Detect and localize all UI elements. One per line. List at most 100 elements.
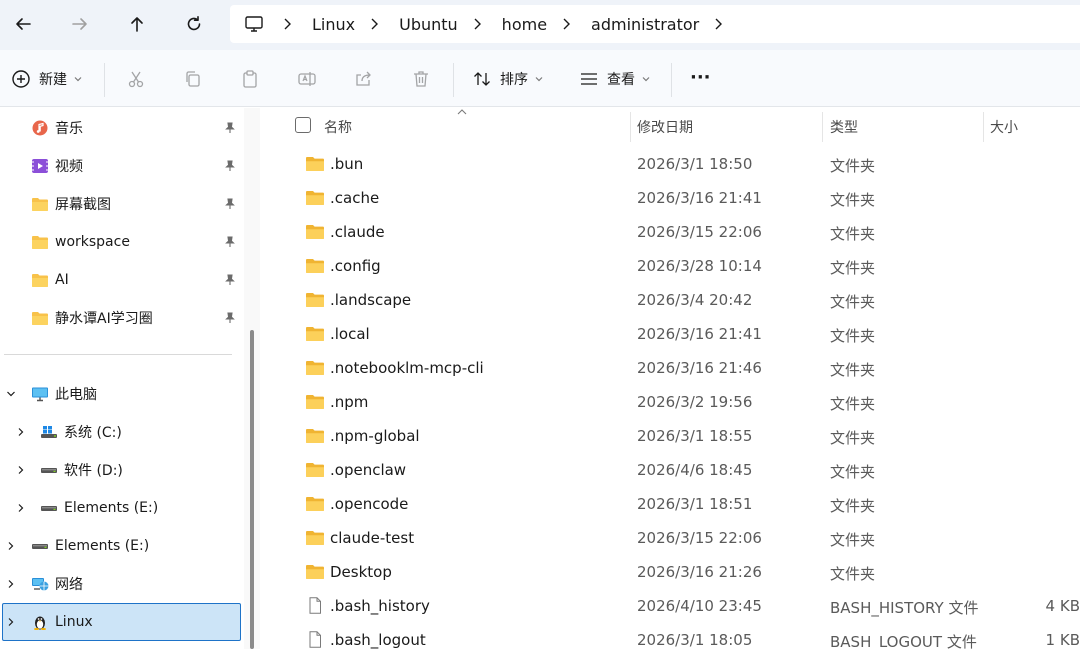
column-header-size[interactable]: 大小 — [990, 117, 1018, 137]
share-button[interactable] — [354, 64, 374, 94]
file-name: Desktop — [330, 563, 392, 581]
column-header-name[interactable]: 名称 — [324, 117, 352, 137]
trash-icon — [414, 71, 428, 87]
sidebar-item-music[interactable]: 音乐 — [31, 113, 83, 143]
drive-icon — [31, 538, 49, 554]
file-size: 4 KB — [1045, 597, 1080, 615]
file-modified-date: 2026/3/2 19:56 — [637, 393, 753, 411]
new-button[interactable]: 新建 — [11, 64, 83, 94]
chevron-right-icon[interactable] — [711, 17, 725, 31]
file-row[interactable]: .bash_logout 2026/3/1 18:05 BASH_LOGOUT 文件… — [262, 623, 1080, 649]
more-options-button[interactable]: ··· — [690, 62, 711, 92]
file-row[interactable]: .opencode 2026/3/1 18:51 文件夹 — [262, 487, 1080, 521]
up-button[interactable] — [120, 8, 154, 40]
paste-button[interactable] — [240, 64, 260, 94]
chevron-right-icon[interactable] — [280, 17, 294, 31]
chevron-right-icon[interactable] — [470, 17, 484, 31]
folder-icon — [305, 359, 325, 376]
column-divider[interactable] — [983, 112, 984, 142]
sort-icon — [474, 72, 490, 86]
file-row[interactable]: .notebooklm-mcp-cli 2026/3/16 21:46 文件夹 — [262, 351, 1080, 385]
chevron-right-icon[interactable] — [6, 617, 16, 627]
back-arrow-icon — [16, 18, 31, 30]
breadcrumb-linux[interactable]: Linux — [312, 15, 355, 34]
file-type: 文件夹 — [830, 531, 876, 549]
file-row[interactable]: Desktop 2026/3/16 21:26 文件夹 — [262, 555, 1080, 589]
file-type: 文件夹 — [830, 395, 876, 413]
rename-button[interactable] — [297, 64, 317, 94]
column-header-date[interactable]: 修改日期 — [637, 117, 693, 137]
file-name: .bash_history — [330, 597, 430, 615]
chevron-right-icon[interactable] — [559, 17, 573, 31]
sidebar-item-videos[interactable]: 视频 — [31, 151, 83, 181]
file-row[interactable]: .openclaw 2026/4/6 18:45 文件夹 — [262, 453, 1080, 487]
chevron-down-icon[interactable] — [6, 389, 16, 399]
video-icon — [31, 158, 49, 174]
sort-button[interactable]: 排序 — [472, 64, 544, 94]
folder-icon — [305, 393, 325, 410]
sidebar-item-network[interactable]: 网络 — [31, 569, 83, 599]
file-modified-date: 2026/3/16 21:26 — [637, 563, 762, 581]
chevron-right-icon[interactable] — [6, 541, 16, 551]
file-row[interactable]: .cache 2026/3/16 21:41 文件夹 — [262, 181, 1080, 215]
file-row[interactable]: .npm-global 2026/3/1 18:55 文件夹 — [262, 419, 1080, 453]
sidebar-item-elements[interactable]: Elements (E:) — [31, 531, 149, 561]
back-button[interactable] — [6, 8, 40, 40]
sidebar-item-drive-d[interactable]: 软件 (D:) — [40, 455, 123, 485]
breadcrumb-home[interactable]: home — [502, 15, 547, 34]
chevron-right-icon[interactable] — [16, 503, 26, 513]
sidebar-item-screenshots[interactable]: 屏幕截图 — [31, 189, 111, 219]
sidebar-item-study-circle[interactable]: 静水谭AI学习圈 — [31, 303, 153, 333]
pin-icon[interactable] — [224, 274, 236, 286]
sidebar-item-ai[interactable]: AI — [31, 265, 69, 295]
chevron-right-icon[interactable] — [16, 427, 26, 437]
pin-icon[interactable] — [224, 312, 236, 324]
sidebar-scrollbar-thumb[interactable] — [250, 330, 254, 649]
file-row[interactable]: .bun 2026/3/1 18:50 文件夹 — [262, 147, 1080, 181]
more-icon: ··· — [690, 66, 711, 88]
select-all-checkbox[interactable] — [295, 117, 311, 133]
chevron-right-icon[interactable] — [16, 465, 26, 475]
column-divider[interactable] — [822, 112, 823, 142]
breadcrumb-ubuntu[interactable]: Ubuntu — [399, 15, 458, 34]
pin-icon[interactable] — [224, 198, 236, 210]
chevron-right-icon[interactable] — [367, 17, 381, 31]
file-type: BASH_LOGOUT 文件 — [830, 633, 977, 649]
file-modified-date: 2026/3/1 18:51 — [637, 495, 753, 513]
sidebar-item-drive-c[interactable]: 系统 (C:) — [40, 417, 122, 447]
file-row[interactable]: .local 2026/3/16 21:41 文件夹 — [262, 317, 1080, 351]
file-name: .npm — [330, 393, 369, 411]
copy-button[interactable] — [183, 64, 203, 94]
file-row[interactable]: claude-test 2026/3/15 22:06 文件夹 — [262, 521, 1080, 555]
refresh-button[interactable] — [177, 8, 211, 40]
file-row[interactable]: .bash_history 2026/4/10 23:45 BASH_HISTORY… — [262, 589, 1080, 623]
sidebar-item-workspace[interactable]: workspace — [31, 227, 130, 257]
pin-icon[interactable] — [224, 160, 236, 172]
column-header-type[interactable]: 类型 — [830, 117, 858, 137]
cut-button[interactable] — [126, 64, 146, 94]
breadcrumb-administrator[interactable]: administrator — [591, 15, 699, 34]
sidebar-item-label: 系统 (C:) — [64, 425, 122, 441]
column-divider[interactable] — [630, 112, 631, 142]
file-row[interactable]: .config 2026/3/28 10:14 文件夹 — [262, 249, 1080, 283]
delete-button[interactable] — [411, 64, 431, 94]
file-name: claude-test — [330, 529, 415, 547]
view-button[interactable]: 查看 — [579, 64, 651, 94]
forward-button[interactable] — [63, 8, 97, 40]
sort-ascending-icon — [457, 109, 467, 115]
file-row[interactable]: .landscape 2026/3/4 20:42 文件夹 — [262, 283, 1080, 317]
file-type: 文件夹 — [830, 327, 876, 345]
file-row[interactable]: .npm 2026/3/2 19:56 文件夹 — [262, 385, 1080, 419]
sidebar-item-this-pc[interactable]: 此电脑 — [31, 379, 97, 409]
file-name: .npm-global — [330, 427, 420, 445]
chevron-right-icon[interactable] — [6, 579, 16, 589]
pin-icon[interactable] — [224, 236, 236, 248]
sidebar-item-linux[interactable]: Linux — [31, 607, 93, 637]
folder-icon — [305, 189, 325, 206]
file-icon — [305, 631, 325, 648]
this-pc-icon[interactable] — [244, 14, 264, 34]
pin-icon[interactable] — [224, 122, 236, 134]
file-row[interactable]: .claude 2026/3/15 22:06 文件夹 — [262, 215, 1080, 249]
sidebar-item-drive-e[interactable]: Elements (E:) — [40, 493, 158, 523]
address-bar[interactable]: Linux Ubuntu home administrator — [230, 5, 1080, 43]
